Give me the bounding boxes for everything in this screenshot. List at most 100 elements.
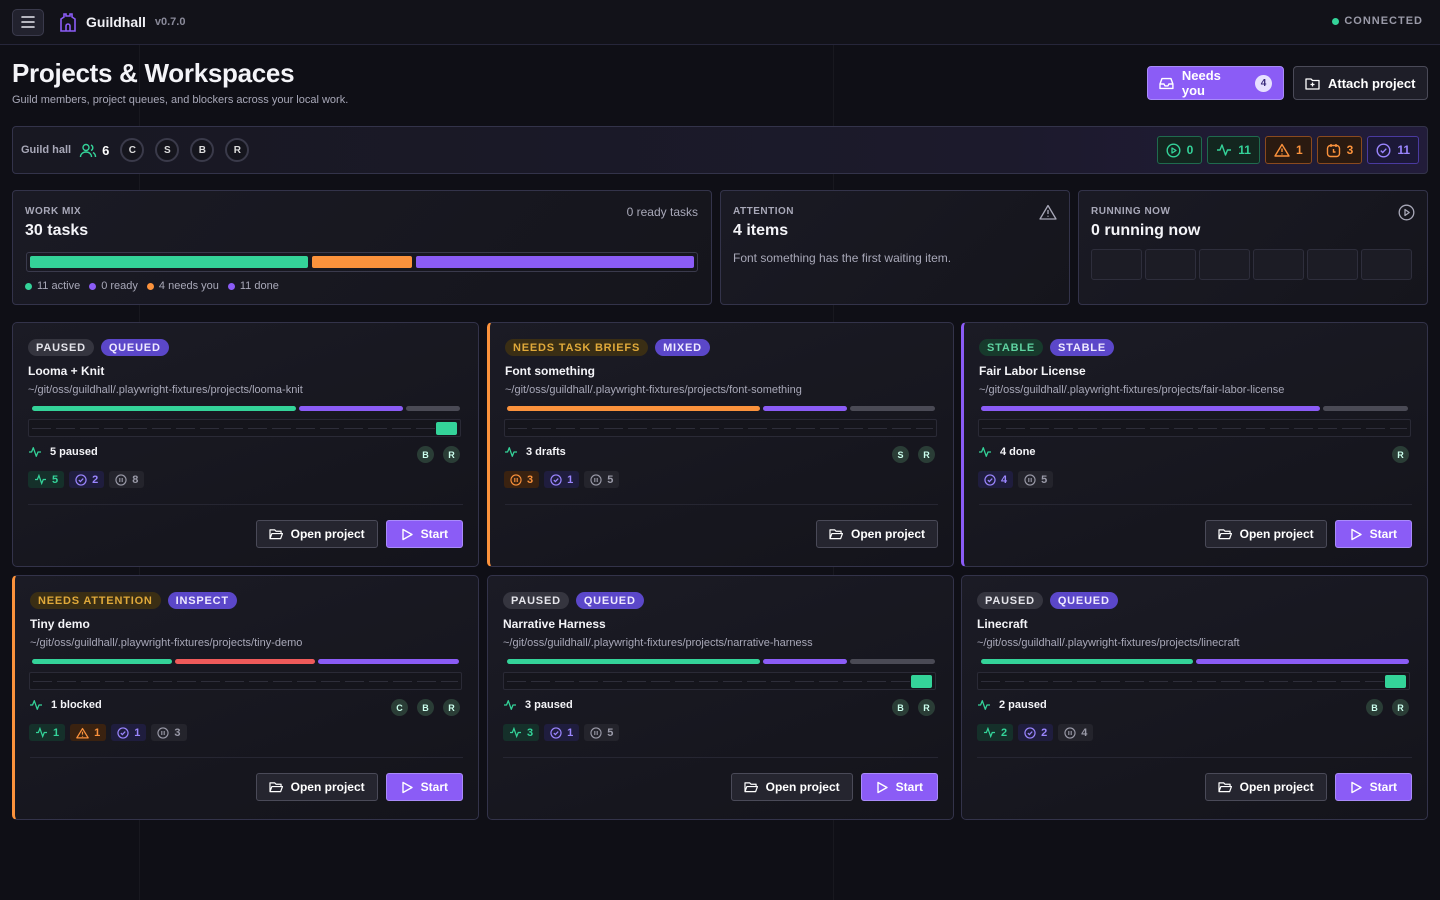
start-button[interactable]: Start bbox=[385, 520, 463, 548]
member-avatar-s[interactable]: S bbox=[155, 138, 180, 162]
activity-icon bbox=[510, 727, 521, 738]
chip-active: 3 bbox=[503, 724, 540, 741]
chip-paused: 5 bbox=[584, 724, 620, 741]
project-card-linecraft: PAUSED QUEUED Linecraft ~/git/oss/guildha… bbox=[961, 575, 1428, 820]
owner-avatar-r[interactable]: R bbox=[443, 446, 460, 463]
stat-done[interactable]: 11 bbox=[1367, 136, 1419, 164]
work-mix-segment-needs-you bbox=[311, 256, 413, 268]
project-path: ~/git/oss/guildhall/.playwright-fixtures… bbox=[28, 384, 303, 396]
owner-avatar-b[interactable]: B bbox=[1366, 699, 1383, 716]
pause-circle-icon bbox=[1024, 473, 1036, 486]
status-text: 1 blocked bbox=[51, 699, 102, 711]
owner-avatar-s[interactable]: S bbox=[892, 446, 909, 463]
member-avatar-r[interactable]: R bbox=[225, 138, 250, 162]
pause-circle-icon bbox=[590, 473, 602, 486]
chip-done: 2 bbox=[1018, 724, 1054, 741]
project-name: Tiny demo bbox=[30, 617, 90, 631]
work-mix-segment-active bbox=[30, 256, 308, 268]
work-mix-total: 30 tasks bbox=[25, 222, 89, 239]
chip-drafts: 3 bbox=[504, 471, 540, 488]
project-path: ~/git/oss/guildhall/.playwright-fixtures… bbox=[977, 637, 1240, 649]
stat-paused-value: 3 bbox=[1346, 143, 1354, 157]
status-text: 2 paused bbox=[999, 699, 1047, 711]
connection-label: CONNECTED bbox=[1344, 15, 1423, 27]
warning-icon bbox=[1039, 204, 1057, 220]
activity-track bbox=[504, 419, 937, 437]
activity-icon bbox=[1217, 144, 1232, 156]
member-avatar-b[interactable]: B bbox=[190, 138, 215, 162]
owner-avatar-r[interactable]: R bbox=[918, 446, 935, 463]
status-tag: STABLE bbox=[979, 339, 1043, 356]
work-mix-bar bbox=[26, 252, 698, 272]
app-name: Guildhall bbox=[86, 14, 146, 30]
activity-icon bbox=[30, 700, 42, 710]
pause-circle-icon bbox=[1064, 726, 1076, 739]
play-icon bbox=[1350, 528, 1362, 540]
guild-hall-label: Guild hall bbox=[21, 144, 72, 156]
progress-segment-blocked bbox=[175, 659, 315, 664]
owner-avatar-b[interactable]: B bbox=[892, 699, 909, 716]
queue-tag: QUEUED bbox=[575, 592, 644, 609]
folder-open-icon bbox=[829, 529, 843, 540]
stat-attention-value: 1 bbox=[1295, 143, 1303, 157]
owner-avatar-r[interactable]: R bbox=[1392, 446, 1409, 463]
open-project-button[interactable]: Open project bbox=[255, 773, 378, 801]
needs-you-button[interactable]: Needs you 4 bbox=[1147, 66, 1284, 100]
inbox-icon bbox=[1159, 77, 1174, 89]
open-project-button[interactable]: Open project bbox=[730, 773, 853, 801]
check-circle-icon bbox=[984, 473, 996, 486]
activity-icon bbox=[36, 727, 47, 738]
app-version: v0.7.0 bbox=[154, 16, 186, 28]
owner-avatar-r[interactable]: R bbox=[1392, 699, 1409, 716]
status-line: 4 done bbox=[978, 446, 1035, 458]
chip-done: 1 bbox=[111, 724, 147, 741]
queue-tag: QUEUED bbox=[100, 339, 169, 356]
open-project-button[interactable]: Open project bbox=[255, 520, 378, 548]
start-button[interactable]: Start bbox=[1334, 773, 1412, 801]
check-circle-icon bbox=[550, 726, 562, 739]
open-project-button[interactable]: Open project bbox=[815, 520, 938, 548]
connection-status: CONNECTED bbox=[1332, 15, 1423, 27]
member-count-value: 6 bbox=[102, 142, 110, 158]
open-project-button[interactable]: Open project bbox=[1204, 520, 1327, 548]
warning-icon bbox=[1274, 143, 1290, 157]
activity-pip bbox=[1385, 675, 1406, 688]
progress-segment-active bbox=[32, 659, 172, 664]
owner-avatar-b[interactable]: B bbox=[417, 446, 434, 463]
start-button[interactable]: Start bbox=[1334, 520, 1412, 548]
chip-paused: 5 bbox=[1018, 471, 1054, 488]
legend-needs-you: 4 needs you bbox=[146, 280, 219, 292]
stat-running[interactable]: 0 bbox=[1156, 136, 1203, 164]
status-line: 1 blocked bbox=[29, 699, 102, 711]
owner-avatar-c[interactable]: C bbox=[391, 699, 408, 716]
attach-project-button[interactable]: Attach project bbox=[1293, 66, 1428, 100]
legend-active: 11 active bbox=[25, 280, 80, 292]
stat-attention[interactable]: 1 bbox=[1264, 136, 1312, 164]
status-text: 3 drafts bbox=[526, 446, 566, 458]
project-path: ~/git/oss/guildhall/.playwright-fixtures… bbox=[505, 384, 802, 396]
play-icon bbox=[1350, 781, 1362, 793]
stat-paused[interactable]: 3 bbox=[1316, 136, 1363, 164]
owner-avatar-r[interactable]: R bbox=[918, 699, 935, 716]
status-tag: NEEDS TASK BRIEFS bbox=[505, 339, 649, 356]
start-button[interactable]: Start bbox=[860, 773, 938, 801]
running-now-card: RUNNING NOW 0 running now bbox=[1078, 190, 1428, 305]
queue-tag: QUEUED bbox=[1049, 592, 1118, 609]
chip-active: 1 bbox=[29, 724, 66, 741]
status-text: 3 paused bbox=[525, 699, 573, 711]
start-button[interactable]: Start bbox=[385, 773, 463, 801]
needs-you-label: Needs you bbox=[1181, 68, 1221, 98]
member-avatar-c[interactable]: C bbox=[120, 138, 145, 162]
folder-open-icon bbox=[1218, 782, 1232, 793]
owner-avatar-b[interactable]: B bbox=[417, 699, 434, 716]
menu-button[interactable] bbox=[12, 8, 44, 36]
owner-avatar-r[interactable]: R bbox=[443, 699, 460, 716]
progress-segment-done bbox=[763, 406, 847, 411]
activity-track bbox=[977, 672, 1410, 690]
play-icon bbox=[401, 528, 413, 540]
status-tag: PAUSED bbox=[28, 339, 94, 356]
running-count: 0 running now bbox=[1091, 222, 1201, 239]
stat-active[interactable]: 11 bbox=[1207, 136, 1260, 164]
open-project-button[interactable]: Open project bbox=[1204, 773, 1327, 801]
attention-note: Font something has the first waiting ite… bbox=[733, 251, 952, 265]
